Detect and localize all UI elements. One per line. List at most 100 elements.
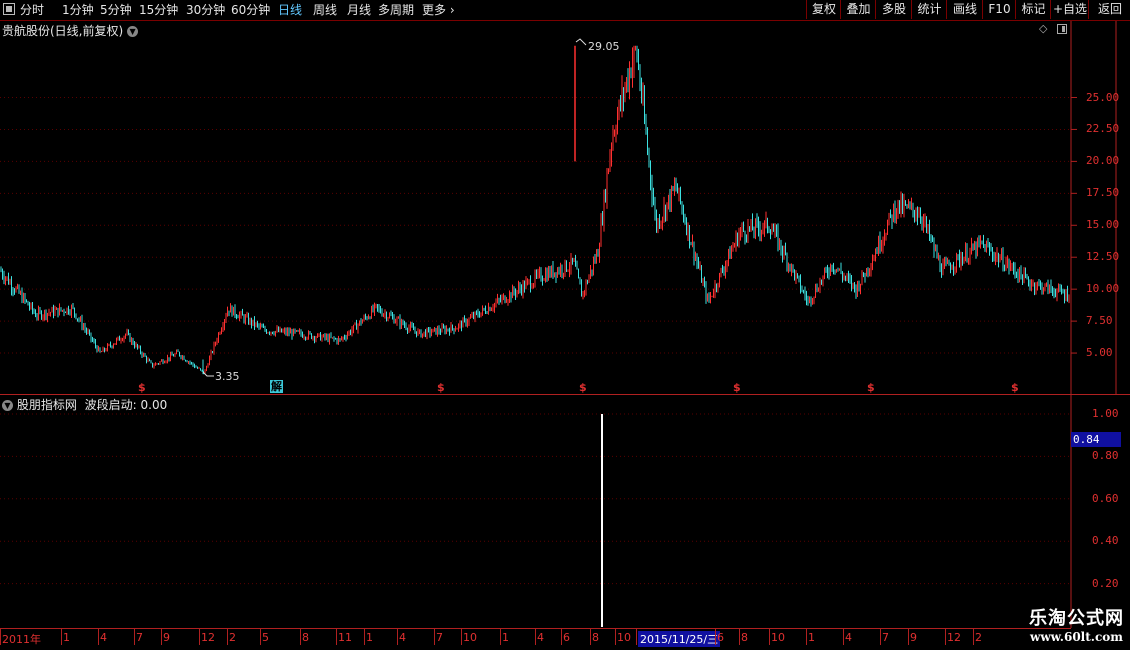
toolbar-button[interactable]: 复权	[806, 0, 841, 19]
x-tick-label: 9	[163, 631, 170, 644]
watermark-url: www.60lt.com	[1030, 630, 1123, 644]
marker-s[interactable]: $	[138, 381, 146, 394]
chevron-down-icon[interactable]: ▼	[2, 400, 13, 411]
period-toolbar: 分时 1分钟 5分钟 15分钟 30分钟 60分钟 日线 周线 月线 多周期 更多 › 复权 叠加多…	[0, 0, 1130, 21]
toolbar-button[interactable]: +自选	[1050, 0, 1089, 19]
x-tick	[0, 629, 1, 645]
x-tick	[227, 629, 228, 645]
cursor-value-badge: 0.84	[1071, 432, 1121, 447]
period-tab[interactable]: 60分钟	[231, 2, 270, 18]
y-tick-label: 22.50	[1086, 122, 1120, 136]
x-tick	[843, 629, 844, 645]
y-tick-label: 5.00	[1086, 346, 1113, 360]
indicator-panel-title: ▼ 股朋指标网 波段启动: 0.00	[2, 396, 167, 413]
watermark: 乐淘公式网 www.60lt.com	[1029, 604, 1124, 644]
panel-toggle-icon[interactable]	[1057, 24, 1067, 34]
toolbar-button[interactable]: 画线	[946, 0, 983, 19]
period-tab[interactable]: 15分钟	[139, 2, 178, 18]
toolbar-button[interactable]: 返回	[1088, 0, 1130, 19]
x-tick-label: 8	[741, 631, 748, 644]
toolbar-menu-icon[interactable]	[3, 3, 15, 15]
indicator-y-tick-label: 0.80	[1092, 449, 1119, 463]
watermark-title: 乐淘公式网	[1029, 608, 1124, 629]
diamond-icon[interactable]: ◇	[1039, 22, 1047, 35]
x-tick-label: 5	[262, 631, 269, 644]
main-panel-title-text: 贵航股份(日线,前复权)	[2, 24, 124, 38]
marker-s[interactable]: $	[437, 381, 445, 394]
more-periods-button[interactable]: 更多 ›	[422, 2, 455, 18]
x-tick	[336, 629, 337, 645]
more-label: 更多	[422, 3, 447, 17]
period-tab[interactable]: 5分钟	[100, 2, 132, 18]
high-label: 29.05	[588, 40, 620, 53]
x-tick-label: 4	[537, 631, 544, 644]
toolbar-menu-icon-inner	[6, 6, 12, 12]
period-tab[interactable]: 30分钟	[186, 2, 225, 18]
indicator-value: 0.00	[140, 398, 168, 412]
x-tick-label: 1	[366, 631, 373, 644]
toolbar-button[interactable]: 标记	[1015, 0, 1051, 19]
x-tick	[300, 629, 301, 645]
high-pointer	[575, 38, 587, 46]
x-tick-label: 6	[717, 631, 724, 644]
chevron-right-icon: ›	[449, 3, 455, 17]
x-tick-label: 9	[910, 631, 917, 644]
x-tick-label: 12	[201, 631, 215, 644]
x-tick-label: 8	[592, 631, 599, 644]
x-tick-label: 4	[845, 631, 852, 644]
x-tick	[364, 629, 365, 645]
x-tick	[973, 629, 974, 645]
period-tab[interactable]: 日线	[278, 2, 302, 18]
x-tick	[500, 629, 501, 645]
x-tick-label: 4	[100, 631, 107, 644]
x-tick	[434, 629, 435, 645]
indicator-source-label: 股朋指标网	[16, 398, 77, 412]
indicator-y-tick-label: 0.60	[1092, 491, 1119, 505]
x-tick	[161, 629, 162, 645]
marker-s[interactable]: $	[579, 381, 587, 394]
panel-toggle-icon-inner	[1062, 26, 1065, 32]
x-tick	[636, 629, 637, 645]
y-tick-label: 17.50	[1086, 186, 1120, 200]
period-tab[interactable]: 月线	[347, 2, 371, 18]
marker-s[interactable]: $	[733, 381, 741, 394]
x-tick	[61, 629, 62, 645]
period-tab[interactable]: 多周期	[378, 2, 414, 18]
x-tick-label: 4	[399, 631, 406, 644]
marker-jie[interactable]: 解	[270, 380, 283, 393]
x-tick	[945, 629, 946, 645]
chevron-down-icon[interactable]: ▼	[127, 26, 139, 37]
x-tick-label: 7	[882, 631, 889, 644]
x-tick-label: 10	[617, 631, 631, 644]
y-tick-label: 15.00	[1086, 218, 1120, 232]
price-chart[interactable]: 29.05 3.35	[0, 21, 1130, 631]
x-tick	[880, 629, 881, 645]
x-tick	[561, 629, 562, 645]
x-tick-label: 1	[502, 631, 509, 644]
period-tab[interactable]: 分时	[20, 2, 44, 18]
low-label: 3.35	[215, 370, 240, 383]
x-tick-label: 2	[975, 631, 982, 644]
x-tick-label: 2	[229, 631, 236, 644]
indicator-y-tick-label: 0.40	[1092, 534, 1119, 548]
x-tick	[199, 629, 200, 645]
toolbar-button[interactable]: 叠加	[840, 0, 876, 19]
x-tick	[739, 629, 740, 645]
x-tick	[134, 629, 135, 645]
x-tick-label: 1	[808, 631, 815, 644]
x-tick	[806, 629, 807, 645]
marker-s[interactable]: $	[867, 381, 875, 394]
indicator-y-tick-label: 0.20	[1092, 576, 1119, 590]
x-tick-label: 11	[338, 631, 352, 644]
x-tick-label: 7	[136, 631, 143, 644]
toolbar-button[interactable]: 多股	[875, 0, 912, 19]
marker-s[interactable]: $	[1011, 381, 1019, 394]
y-tick-label: 25.00	[1086, 90, 1120, 104]
x-tick	[908, 629, 909, 645]
period-tab[interactable]: 1分钟	[62, 2, 94, 18]
x-tick-label: 12	[947, 631, 961, 644]
x-tick	[715, 629, 716, 645]
toolbar-button[interactable]: 统计	[911, 0, 947, 19]
toolbar-button[interactable]: F10	[982, 0, 1016, 19]
period-tab[interactable]: 周线	[313, 2, 337, 18]
